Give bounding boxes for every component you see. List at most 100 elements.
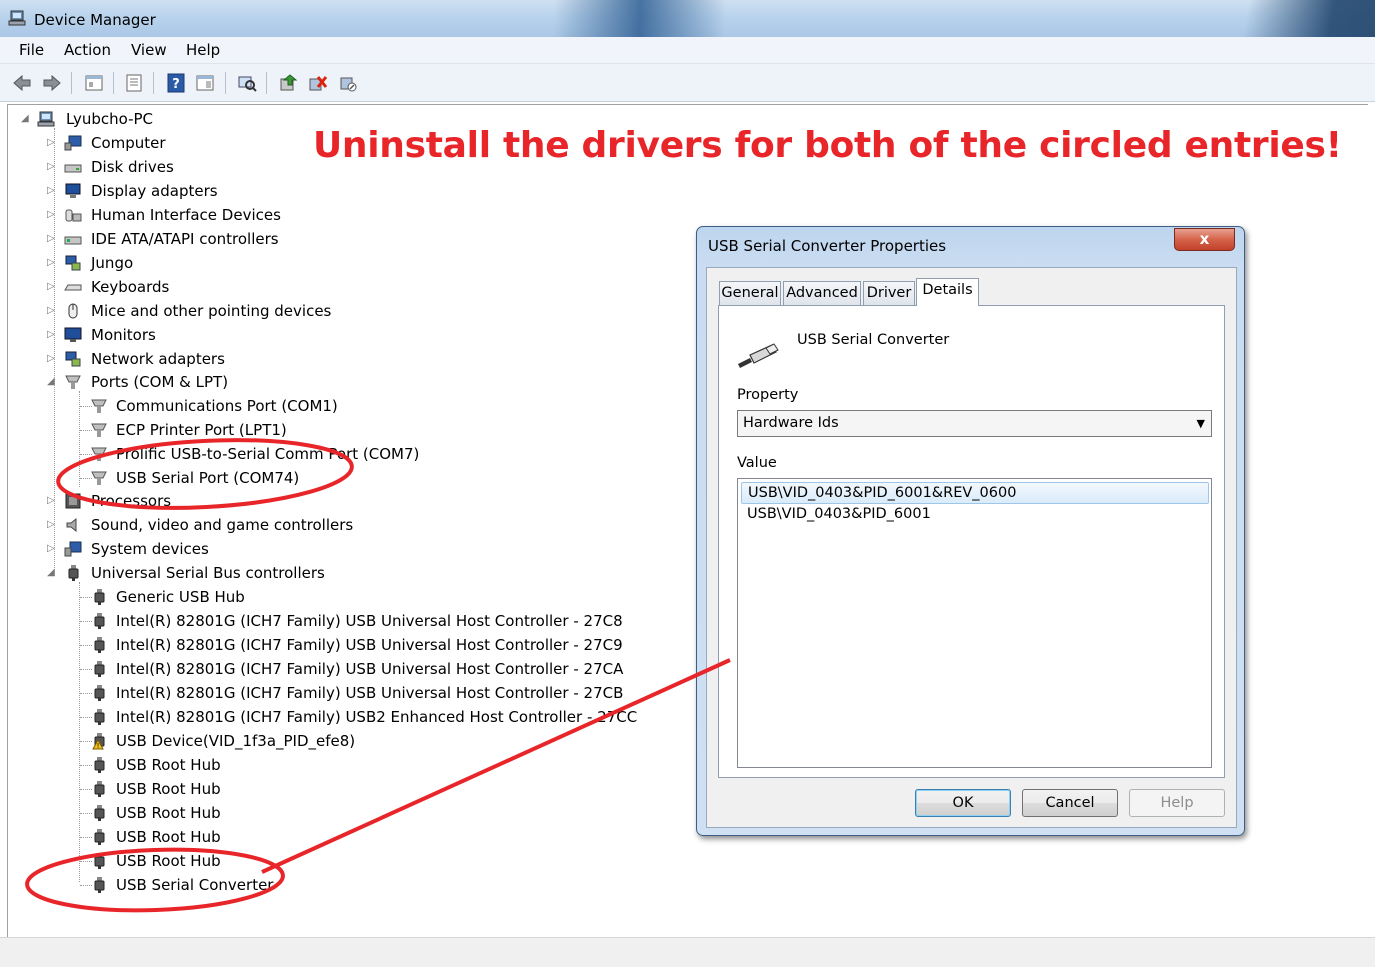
close-icon: x xyxy=(1199,230,1210,248)
property-value: Hardware Ids xyxy=(743,415,839,431)
ok-button[interactable]: OK xyxy=(915,789,1011,817)
tree-label: USB Device(VID_1f3a_PID_efe8) xyxy=(116,732,356,750)
expand-arrow-icon[interactable]: ▷ xyxy=(47,258,57,268)
device-manager-icon xyxy=(8,10,26,26)
tree-label: Sound, video and game controllers xyxy=(91,516,354,534)
menu-file[interactable]: File xyxy=(19,41,44,59)
svg-text:?: ? xyxy=(172,77,180,92)
tree-label: Computer xyxy=(91,134,166,152)
tree-label: Network adapters xyxy=(91,350,225,368)
expand-arrow-icon[interactable]: ▷ xyxy=(47,520,57,530)
expand-arrow-icon[interactable]: ▷ xyxy=(47,282,57,292)
mouse-icon xyxy=(68,303,78,319)
expand-arrow-icon[interactable]: ▷ xyxy=(47,138,57,148)
menu-help[interactable]: Help xyxy=(186,41,220,59)
tree-label: USB Root Hub xyxy=(116,852,221,870)
tree-label: Display adapters xyxy=(91,182,218,200)
console-tree-icon[interactable] xyxy=(124,73,144,93)
tree-label: Intel(R) 82801G (ICH7 Family) USB2 Enhan… xyxy=(116,708,638,726)
tree-label: Human Interface Devices xyxy=(91,206,281,224)
collapse-arrow-icon[interactable]: ◢ xyxy=(21,114,31,124)
tree-label: Communications Port (COM1) xyxy=(116,397,338,415)
title-bar: Device Manager xyxy=(0,0,1375,37)
tree-label: Generic USB Hub xyxy=(116,588,245,606)
scan-hardware-icon[interactable] xyxy=(237,73,257,93)
keyboard-icon xyxy=(64,284,82,291)
monitor-icon xyxy=(64,327,82,342)
update-driver-icon[interactable] xyxy=(278,73,298,93)
dropdown-arrow-icon[interactable]: ▼ xyxy=(1197,411,1205,436)
tree-label: IDE ATA/ATAPI controllers xyxy=(91,230,279,248)
tab-advanced[interactable]: Advanced xyxy=(783,281,861,305)
expand-arrow-icon[interactable]: ▷ xyxy=(47,210,57,220)
tab-driver[interactable]: Driver xyxy=(863,281,915,305)
forward-arrow-icon[interactable] xyxy=(42,73,62,93)
annotation-text: Uninstall the drivers for both of the ci… xyxy=(313,125,1342,166)
property-label: Property xyxy=(737,387,799,403)
disk-drive-icon xyxy=(64,164,82,173)
menu-view[interactable]: View xyxy=(131,41,167,59)
collapse-arrow-icon[interactable]: ◢ xyxy=(47,377,57,387)
expand-arrow-icon[interactable]: ▷ xyxy=(47,234,57,244)
tree-label: Monitors xyxy=(91,326,156,344)
close-button[interactable]: x xyxy=(1174,228,1235,251)
tree-label: USB Root Hub xyxy=(116,828,221,846)
expand-arrow-icon[interactable]: ▷ xyxy=(47,162,57,172)
disable-device-icon[interactable] xyxy=(338,73,358,93)
property-dropdown[interactable]: Hardware Ids ▼ xyxy=(737,410,1212,437)
usb-icon xyxy=(94,661,105,677)
computer-icon xyxy=(64,135,82,151)
tree-label: ECP Printer Port (LPT1) xyxy=(116,421,287,439)
expand-arrow-icon[interactable]: ▷ xyxy=(47,186,57,196)
port-icon xyxy=(91,447,107,461)
help-button[interactable]: Help xyxy=(1129,789,1225,817)
speaker-icon xyxy=(66,517,77,533)
expand-arrow-icon[interactable]: ▷ xyxy=(47,354,57,364)
expand-arrow-icon[interactable]: ▷ xyxy=(47,306,57,316)
computer-icon xyxy=(37,111,55,127)
usb-icon xyxy=(94,613,105,629)
tree-label: Processors xyxy=(91,492,172,510)
value-item-selected[interactable]: USB\VID_0403&PID_6001&REV_0600 xyxy=(741,482,1209,504)
value-list[interactable]: USB\VID_0403&PID_6001&REV_0600 USB\VID_0… xyxy=(737,478,1212,768)
cancel-button[interactable]: Cancel xyxy=(1022,789,1118,817)
expand-arrow-icon[interactable]: ▷ xyxy=(47,496,57,506)
usb-icon xyxy=(94,589,105,605)
tree-label: USB Serial Converter xyxy=(116,876,274,894)
tree-label: USB Root Hub xyxy=(116,804,221,822)
tree-label: System devices xyxy=(91,540,209,558)
tree-label: Intel(R) 82801G (ICH7 Family) USB Univer… xyxy=(116,612,623,630)
tree-label: Intel(R) 82801G (ICH7 Family) USB Univer… xyxy=(116,660,624,678)
uninstall-device-icon[interactable] xyxy=(308,73,328,93)
menu-action[interactable]: Action xyxy=(64,41,111,59)
collapse-arrow-icon[interactable]: ◢ xyxy=(47,568,57,578)
usb-icon xyxy=(94,637,105,653)
value-item[interactable]: USB\VID_0403&PID_6001 xyxy=(741,504,1209,526)
port-icon xyxy=(91,471,107,485)
usb-icon xyxy=(68,565,79,581)
tab-general[interactable]: General xyxy=(719,281,781,305)
menu-bar: File Action View Help xyxy=(0,37,1375,64)
properties-grid-icon[interactable] xyxy=(84,73,104,93)
details-panel: USB Serial Converter Property Hardware I… xyxy=(718,305,1225,778)
usb-icon xyxy=(94,781,105,797)
dialog-title: USB Serial Converter Properties xyxy=(708,237,947,255)
value-label: Value xyxy=(737,455,777,471)
jungo-icon xyxy=(65,255,81,271)
tree-label: Disk drives xyxy=(91,158,174,176)
port-icon xyxy=(91,399,107,413)
action-pane-icon[interactable] xyxy=(195,73,215,93)
expand-arrow-icon[interactable]: ▷ xyxy=(47,330,57,340)
expand-arrow-icon[interactable]: ▷ xyxy=(47,544,57,554)
tree-label: Mice and other pointing devices xyxy=(91,302,332,320)
tab-details[interactable]: Details xyxy=(916,278,979,306)
tree-label: Universal Serial Bus controllers xyxy=(91,564,325,582)
usb-icon xyxy=(94,757,105,773)
usb-icon xyxy=(94,805,105,821)
back-arrow-icon[interactable] xyxy=(12,73,32,93)
ide-controller-icon xyxy=(64,236,82,245)
help-icon[interactable]: ? xyxy=(166,73,186,93)
tree-label: Intel(R) 82801G (ICH7 Family) USB Univer… xyxy=(116,636,623,654)
tree-label: Keyboards xyxy=(91,278,170,296)
usb-icon xyxy=(94,877,105,893)
